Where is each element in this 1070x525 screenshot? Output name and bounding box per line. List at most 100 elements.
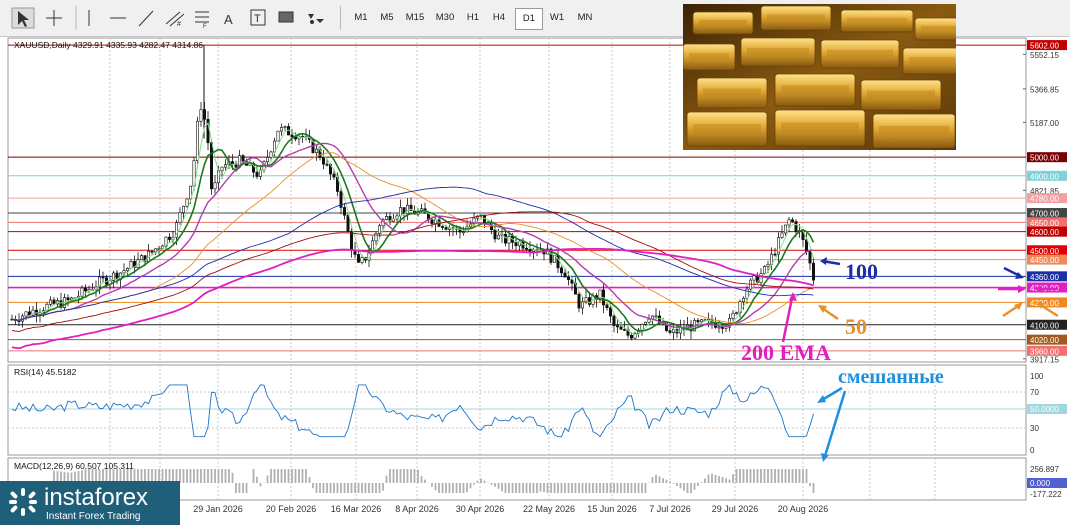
candle <box>182 205 186 213</box>
timeframe-m15[interactable]: M15 <box>402 8 428 28</box>
candle <box>196 120 200 161</box>
candle <box>514 242 518 247</box>
candle <box>314 148 318 153</box>
candle <box>52 299 56 305</box>
candle <box>762 266 766 274</box>
candle <box>430 219 434 224</box>
price-label: 5366.85 <box>1030 85 1059 94</box>
rsi-label: RSI(14) 45.5182 <box>14 367 77 377</box>
annotation-mixed: смешанные <box>838 366 944 388</box>
instaforex-logo: instaforex Instant Forex Trading <box>0 481 180 525</box>
candle <box>741 297 745 302</box>
rectangle-tool-icon[interactable] <box>278 11 294 23</box>
date-label: 20 Feb 2026 <box>266 504 317 514</box>
shapes-dropdown-icon[interactable] <box>308 14 324 24</box>
candle <box>699 319 703 323</box>
date-label: 15 Jun 2026 <box>587 504 637 514</box>
candle <box>332 173 336 178</box>
date-label: 29 Jan 2026 <box>193 504 243 514</box>
candle <box>640 324 644 331</box>
candle <box>168 236 172 240</box>
candle <box>563 272 567 278</box>
rsi-level-label: 50.0000 <box>1030 405 1059 414</box>
candle <box>605 304 609 308</box>
candle <box>129 261 133 269</box>
price-label: 4650.00 <box>1030 219 1059 228</box>
candle <box>717 326 721 329</box>
price-label: 4900.00 <box>1030 172 1059 181</box>
candle <box>377 225 381 234</box>
candle <box>384 216 388 220</box>
candle <box>84 287 88 292</box>
candle <box>496 234 500 240</box>
candle <box>503 233 507 244</box>
date-label: 22 May 2026 <box>523 504 575 514</box>
rsi-level-label: 70 <box>1030 388 1039 397</box>
candle <box>325 163 329 166</box>
candle <box>752 275 756 281</box>
candle <box>279 127 283 132</box>
candle <box>790 219 794 222</box>
candle <box>615 325 619 328</box>
candle <box>622 329 626 331</box>
candle <box>349 231 353 251</box>
price-label: 4780.00 <box>1030 195 1059 204</box>
candle <box>794 221 798 232</box>
timeframe-mn[interactable]: MN <box>572 8 598 28</box>
timeframe-m5[interactable]: M5 <box>374 8 400 28</box>
trendline-tool-icon[interactable] <box>138 10 154 27</box>
price-label: 4020.00 <box>1030 336 1059 345</box>
candle <box>265 157 269 163</box>
candle <box>524 247 528 250</box>
candle <box>783 224 787 234</box>
timeframe-d1[interactable]: D1 <box>515 8 543 30</box>
candle <box>321 157 325 165</box>
candle <box>178 212 182 223</box>
price-label: 3917.15 <box>1030 355 1059 364</box>
cursor-tool-icon[interactable] <box>11 7 35 29</box>
candle <box>66 297 70 301</box>
svg-text:F: F <box>203 24 207 30</box>
date-label: 30 Apr 2026 <box>456 504 505 514</box>
candle <box>213 182 217 190</box>
candle <box>34 309 38 315</box>
text-label-tool-icon[interactable]: T <box>250 9 266 26</box>
date-label: 20 Aug 2026 <box>778 504 829 514</box>
timeframe-h1[interactable]: H1 <box>460 8 486 28</box>
annotation-50: 50 <box>845 314 867 339</box>
price-label: 5552.15 <box>1030 51 1059 60</box>
candle <box>580 301 584 309</box>
candle <box>150 250 154 253</box>
candle <box>440 226 444 228</box>
candle <box>356 254 360 263</box>
candle <box>748 279 752 290</box>
candle <box>566 276 570 281</box>
candle <box>342 207 346 216</box>
candle <box>734 312 738 314</box>
price-label: 4500.00 <box>1030 247 1059 256</box>
candle <box>220 166 224 172</box>
text-tool-icon[interactable]: A <box>224 12 233 27</box>
candle <box>24 311 28 317</box>
timeframe-m30[interactable]: M30 <box>432 8 458 28</box>
candle <box>231 161 235 165</box>
candle <box>619 326 623 330</box>
fibonacci-tool-icon[interactable]: F <box>195 11 209 30</box>
candle <box>157 247 161 250</box>
svg-text:A: A <box>224 12 233 27</box>
annotation-100: 100 <box>845 259 878 284</box>
crosshair-tool-icon[interactable] <box>46 10 62 26</box>
timeframe-w1[interactable]: W1 <box>544 8 570 28</box>
candle <box>360 257 364 263</box>
macd-level-label: 256.897 <box>1030 465 1059 474</box>
timeframe-h4[interactable]: H4 <box>486 8 512 28</box>
channel-tool-icon[interactable]: # <box>165 11 185 28</box>
candle <box>224 164 228 168</box>
price-label: 5602.00 <box>1030 42 1059 51</box>
candle <box>629 334 633 339</box>
timeframe-m1[interactable]: M1 <box>348 8 374 28</box>
candle <box>290 134 294 138</box>
logo-name: instaforex <box>44 484 149 511</box>
candle <box>647 318 651 323</box>
candle <box>199 109 203 122</box>
